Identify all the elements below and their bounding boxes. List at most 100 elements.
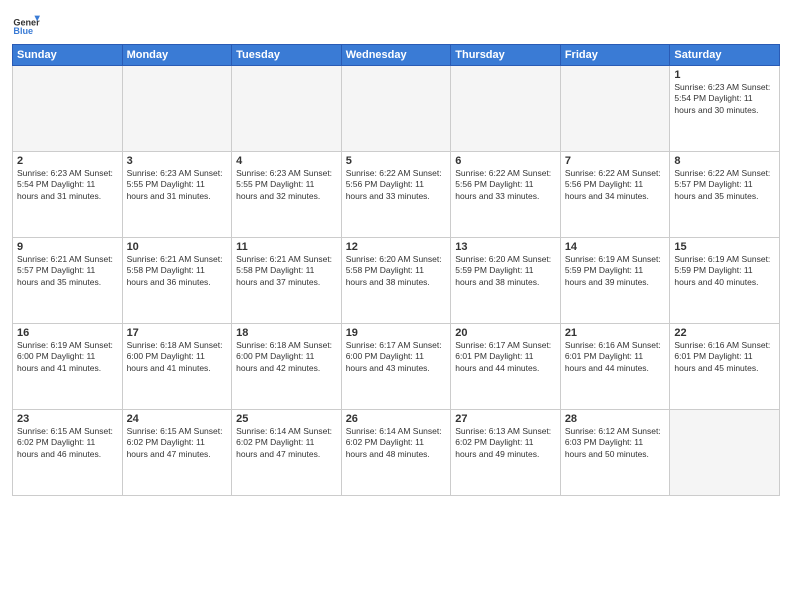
- day-info: Sunrise: 6:21 AM Sunset: 5:57 PM Dayligh…: [17, 254, 118, 288]
- calendar-cell: 2Sunrise: 6:23 AM Sunset: 5:54 PM Daylig…: [13, 152, 123, 238]
- day-number: 28: [565, 413, 666, 425]
- logo: General Blue: [12, 10, 40, 38]
- calendar-cell: 23Sunrise: 6:15 AM Sunset: 6:02 PM Dayli…: [13, 410, 123, 496]
- calendar-cell: 10Sunrise: 6:21 AM Sunset: 5:58 PM Dayli…: [122, 238, 232, 324]
- calendar-cell: 14Sunrise: 6:19 AM Sunset: 5:59 PM Dayli…: [560, 238, 670, 324]
- week-row-5: 23Sunrise: 6:15 AM Sunset: 6:02 PM Dayli…: [13, 410, 780, 496]
- calendar-cell: [232, 66, 342, 152]
- page: General Blue SundayMondayTuesdayWednesda…: [0, 0, 792, 612]
- calendar-cell: 1Sunrise: 6:23 AM Sunset: 5:54 PM Daylig…: [670, 66, 780, 152]
- calendar-cell: 4Sunrise: 6:23 AM Sunset: 5:55 PM Daylig…: [232, 152, 342, 238]
- weekday-header-saturday: Saturday: [670, 45, 780, 66]
- day-number: 1: [674, 69, 775, 81]
- day-info: Sunrise: 6:20 AM Sunset: 5:58 PM Dayligh…: [346, 254, 447, 288]
- calendar-cell: 3Sunrise: 6:23 AM Sunset: 5:55 PM Daylig…: [122, 152, 232, 238]
- day-number: 14: [565, 241, 666, 253]
- day-info: Sunrise: 6:19 AM Sunset: 5:59 PM Dayligh…: [565, 254, 666, 288]
- week-row-3: 9Sunrise: 6:21 AM Sunset: 5:57 PM Daylig…: [13, 238, 780, 324]
- day-number: 3: [127, 155, 228, 167]
- day-number: 10: [127, 241, 228, 253]
- day-info: Sunrise: 6:17 AM Sunset: 6:00 PM Dayligh…: [346, 340, 447, 374]
- calendar-cell: 18Sunrise: 6:18 AM Sunset: 6:00 PM Dayli…: [232, 324, 342, 410]
- calendar-cell: [451, 66, 561, 152]
- day-number: 26: [346, 413, 447, 425]
- calendar-cell: 16Sunrise: 6:19 AM Sunset: 6:00 PM Dayli…: [13, 324, 123, 410]
- calendar-cell: 24Sunrise: 6:15 AM Sunset: 6:02 PM Dayli…: [122, 410, 232, 496]
- week-row-2: 2Sunrise: 6:23 AM Sunset: 5:54 PM Daylig…: [13, 152, 780, 238]
- calendar-cell: 28Sunrise: 6:12 AM Sunset: 6:03 PM Dayli…: [560, 410, 670, 496]
- day-number: 13: [455, 241, 556, 253]
- day-info: Sunrise: 6:13 AM Sunset: 6:02 PM Dayligh…: [455, 426, 556, 460]
- calendar-cell: 12Sunrise: 6:20 AM Sunset: 5:58 PM Dayli…: [341, 238, 451, 324]
- calendar-cell: 6Sunrise: 6:22 AM Sunset: 5:56 PM Daylig…: [451, 152, 561, 238]
- calendar-cell: [13, 66, 123, 152]
- day-info: Sunrise: 6:14 AM Sunset: 6:02 PM Dayligh…: [236, 426, 337, 460]
- day-number: 23: [17, 413, 118, 425]
- calendar-cell: 9Sunrise: 6:21 AM Sunset: 5:57 PM Daylig…: [13, 238, 123, 324]
- day-number: 7: [565, 155, 666, 167]
- calendar-cell: [670, 410, 780, 496]
- day-info: Sunrise: 6:19 AM Sunset: 6:00 PM Dayligh…: [17, 340, 118, 374]
- calendar-cell: [560, 66, 670, 152]
- calendar-cell: 13Sunrise: 6:20 AM Sunset: 5:59 PM Dayli…: [451, 238, 561, 324]
- weekday-header-sunday: Sunday: [13, 45, 123, 66]
- weekday-header-tuesday: Tuesday: [232, 45, 342, 66]
- calendar-cell: [122, 66, 232, 152]
- day-number: 8: [674, 155, 775, 167]
- svg-text:Blue: Blue: [13, 26, 33, 36]
- calendar-cell: 7Sunrise: 6:22 AM Sunset: 5:56 PM Daylig…: [560, 152, 670, 238]
- calendar-cell: 27Sunrise: 6:13 AM Sunset: 6:02 PM Dayli…: [451, 410, 561, 496]
- day-number: 9: [17, 241, 118, 253]
- day-info: Sunrise: 6:20 AM Sunset: 5:59 PM Dayligh…: [455, 254, 556, 288]
- calendar-cell: 11Sunrise: 6:21 AM Sunset: 5:58 PM Dayli…: [232, 238, 342, 324]
- day-info: Sunrise: 6:23 AM Sunset: 5:54 PM Dayligh…: [17, 168, 118, 202]
- week-row-4: 16Sunrise: 6:19 AM Sunset: 6:00 PM Dayli…: [13, 324, 780, 410]
- weekday-header-monday: Monday: [122, 45, 232, 66]
- weekday-header-thursday: Thursday: [451, 45, 561, 66]
- day-number: 16: [17, 327, 118, 339]
- day-number: 11: [236, 241, 337, 253]
- day-info: Sunrise: 6:18 AM Sunset: 6:00 PM Dayligh…: [127, 340, 228, 374]
- weekday-header-row: SundayMondayTuesdayWednesdayThursdayFrid…: [13, 45, 780, 66]
- week-row-1: 1Sunrise: 6:23 AM Sunset: 5:54 PM Daylig…: [13, 66, 780, 152]
- day-number: 22: [674, 327, 775, 339]
- day-info: Sunrise: 6:19 AM Sunset: 5:59 PM Dayligh…: [674, 254, 775, 288]
- logo-icon: General Blue: [12, 10, 40, 38]
- calendar-cell: 15Sunrise: 6:19 AM Sunset: 5:59 PM Dayli…: [670, 238, 780, 324]
- calendar: SundayMondayTuesdayWednesdayThursdayFrid…: [12, 44, 780, 496]
- calendar-cell: 26Sunrise: 6:14 AM Sunset: 6:02 PM Dayli…: [341, 410, 451, 496]
- calendar-cell: 25Sunrise: 6:14 AM Sunset: 6:02 PM Dayli…: [232, 410, 342, 496]
- calendar-cell: 21Sunrise: 6:16 AM Sunset: 6:01 PM Dayli…: [560, 324, 670, 410]
- weekday-header-friday: Friday: [560, 45, 670, 66]
- calendar-cell: 8Sunrise: 6:22 AM Sunset: 5:57 PM Daylig…: [670, 152, 780, 238]
- day-number: 24: [127, 413, 228, 425]
- day-info: Sunrise: 6:21 AM Sunset: 5:58 PM Dayligh…: [236, 254, 337, 288]
- day-number: 15: [674, 241, 775, 253]
- day-info: Sunrise: 6:23 AM Sunset: 5:55 PM Dayligh…: [236, 168, 337, 202]
- day-number: 21: [565, 327, 666, 339]
- day-number: 17: [127, 327, 228, 339]
- calendar-cell: [341, 66, 451, 152]
- day-info: Sunrise: 6:22 AM Sunset: 5:57 PM Dayligh…: [674, 168, 775, 202]
- day-number: 20: [455, 327, 556, 339]
- day-info: Sunrise: 6:21 AM Sunset: 5:58 PM Dayligh…: [127, 254, 228, 288]
- day-number: 19: [346, 327, 447, 339]
- day-number: 27: [455, 413, 556, 425]
- day-info: Sunrise: 6:22 AM Sunset: 5:56 PM Dayligh…: [455, 168, 556, 202]
- header: General Blue: [12, 10, 780, 38]
- weekday-header-wednesday: Wednesday: [341, 45, 451, 66]
- day-number: 6: [455, 155, 556, 167]
- day-info: Sunrise: 6:16 AM Sunset: 6:01 PM Dayligh…: [674, 340, 775, 374]
- day-number: 2: [17, 155, 118, 167]
- day-info: Sunrise: 6:16 AM Sunset: 6:01 PM Dayligh…: [565, 340, 666, 374]
- day-info: Sunrise: 6:17 AM Sunset: 6:01 PM Dayligh…: [455, 340, 556, 374]
- day-info: Sunrise: 6:12 AM Sunset: 6:03 PM Dayligh…: [565, 426, 666, 460]
- day-number: 12: [346, 241, 447, 253]
- day-info: Sunrise: 6:23 AM Sunset: 5:54 PM Dayligh…: [674, 82, 775, 116]
- day-number: 4: [236, 155, 337, 167]
- calendar-cell: 22Sunrise: 6:16 AM Sunset: 6:01 PM Dayli…: [670, 324, 780, 410]
- calendar-cell: 5Sunrise: 6:22 AM Sunset: 5:56 PM Daylig…: [341, 152, 451, 238]
- calendar-cell: 19Sunrise: 6:17 AM Sunset: 6:00 PM Dayli…: [341, 324, 451, 410]
- day-info: Sunrise: 6:23 AM Sunset: 5:55 PM Dayligh…: [127, 168, 228, 202]
- day-number: 18: [236, 327, 337, 339]
